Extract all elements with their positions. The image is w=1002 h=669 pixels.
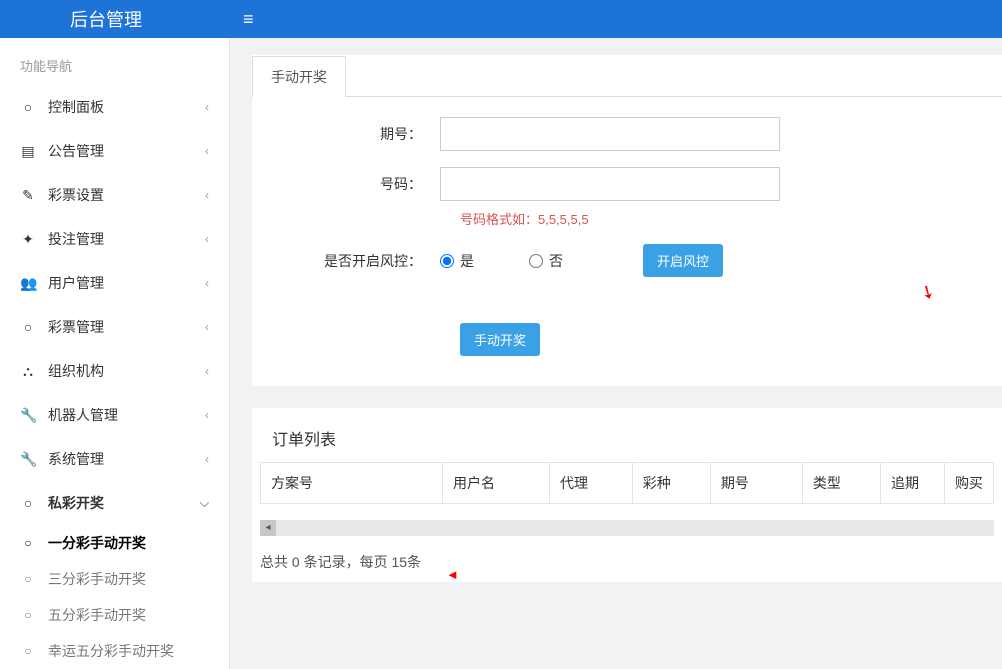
chevron-left-icon: ‹ — [205, 232, 209, 246]
sidebar-item-lottery-settings[interactable]: ✎ 彩票设置 ‹ — [0, 173, 229, 217]
sidebar-item-label: 投注管理 — [48, 229, 104, 249]
tab-bar: 手动开奖 — [252, 55, 1002, 97]
sidebar-subitem-label: 五分彩手动开奖 — [48, 605, 146, 625]
sidebar-item-label: 系统管理 — [48, 449, 104, 469]
period-input[interactable] — [440, 117, 780, 151]
sidebar-item-robot[interactable]: 🔧 机器人管理 ‹ — [0, 393, 229, 437]
chevron-left-icon: ‹ — [205, 144, 209, 158]
wrench-icon: 🔧 — [20, 407, 36, 424]
chevron-left-icon: ‹ — [205, 364, 209, 378]
panel-manual-draw: 手动开奖 期号： 号码： 号码格式如：5,5,5,5,5 是否开启风控： — [252, 55, 1002, 386]
sidebar-item-dashboard[interactable]: ○ 控制面板 ‹ — [0, 85, 229, 129]
manual-draw-button[interactable]: 手动开奖 — [460, 323, 540, 356]
circle-icon: ○ — [20, 495, 36, 511]
scroll-left-icon[interactable]: ◂ — [260, 520, 276, 536]
sidebar-subitem-1min[interactable]: ○ 一分彩手动开奖 — [0, 525, 229, 561]
circle-icon: ○ — [20, 644, 36, 658]
sidebar-subitem-3min[interactable]: ○ 三分彩手动开奖 — [0, 561, 229, 597]
chevron-left-icon: ‹ — [205, 452, 209, 466]
sidebar-section-title: 功能导航 — [0, 38, 229, 85]
sidebar-subitem-lucky5[interactable]: ○ 幸运五分彩手动开奖 — [0, 633, 229, 669]
order-list-title: 订单列表 — [252, 408, 1002, 462]
header: 后台管理 ≡ — [0, 0, 1002, 38]
sidebar: 功能导航 ○ 控制面板 ‹ ▤ 公告管理 ‹ ✎ 彩票设置 ‹ — [0, 38, 230, 669]
sidebar-subitem-label: 一分彩手动开奖 — [48, 533, 146, 553]
book-icon: ▤ — [20, 143, 36, 160]
number-input[interactable] — [440, 167, 780, 201]
circle-icon: ○ — [20, 608, 36, 622]
col-buy: 购买 — [944, 463, 993, 504]
col-type: 类型 — [802, 463, 880, 504]
sidebar-item-bet[interactable]: ✦ 投注管理 ‹ — [0, 217, 229, 261]
radio-yes-input[interactable] — [440, 254, 454, 268]
sidebar-item-label: 控制面板 — [48, 97, 104, 117]
radio-no-label: 否 — [549, 251, 563, 271]
sidebar-item-org[interactable]: ⛬ 组织机构 ‹ — [0, 349, 229, 393]
sidebar-item-label: 用户管理 — [48, 273, 104, 293]
sidebar-item-label: 私彩开奖 — [48, 493, 104, 513]
circle-icon: ○ — [20, 319, 36, 335]
enable-risk-button[interactable]: 开启风控 — [643, 244, 723, 277]
col-agent: 代理 — [550, 463, 633, 504]
order-table: 方案号 用户名 代理 彩种 期号 类型 追期 购买 — [260, 462, 994, 504]
sidebar-item-notice[interactable]: ▤ 公告管理 ‹ — [0, 129, 229, 173]
circle-icon: ○ — [20, 99, 36, 115]
wrench-icon: 🔧 — [20, 451, 36, 468]
radio-yes-label: 是 — [460, 251, 474, 271]
sitemap-icon: ⛬ — [20, 363, 36, 380]
chevron-left-icon: ‹ — [205, 276, 209, 290]
circle-icon: ○ — [20, 536, 36, 550]
menu-toggle-icon[interactable]: ≡ — [243, 9, 254, 30]
chevron-left-icon: ‹ — [205, 320, 209, 334]
radio-no[interactable]: 否 — [529, 251, 563, 271]
sidebar-item-label: 彩票管理 — [48, 317, 104, 337]
tab-manual-draw[interactable]: 手动开奖 — [252, 56, 346, 97]
pager-info: 总共 0 条记录，每页 15条 — [252, 546, 1002, 582]
col-scheme: 方案号 — [261, 463, 443, 504]
sidebar-subitem-5min[interactable]: ○ 五分彩手动开奖 — [0, 597, 229, 633]
number-hint: 号码格式如：5,5,5,5,5 — [460, 209, 972, 228]
sidebar-item-label: 组织机构 — [48, 361, 104, 381]
sidebar-item-label: 彩票设置 — [48, 185, 104, 205]
diamond-icon: ✦ — [20, 231, 36, 248]
sidebar-item-user[interactable]: 👥 用户管理 ‹ — [0, 261, 229, 305]
col-period: 期号 — [710, 463, 802, 504]
circle-icon: ○ — [20, 572, 36, 586]
radio-no-input[interactable] — [529, 254, 543, 268]
chevron-left-icon: ‹ — [205, 408, 209, 422]
horizontal-scrollbar[interactable]: ◂ — [260, 520, 994, 536]
radio-yes[interactable]: 是 — [440, 251, 474, 271]
col-username: 用户名 — [443, 463, 550, 504]
sidebar-item-label: 公告管理 — [48, 141, 104, 161]
sidebar-item-label: 机器人管理 — [48, 405, 118, 425]
sidebar-item-system[interactable]: 🔧 系统管理 ‹ — [0, 437, 229, 481]
tag-icon: ✎ — [20, 187, 36, 204]
chevron-left-icon: ‹ — [205, 100, 209, 114]
app-title: 后台管理 — [70, 6, 142, 32]
risk-label: 是否开启风控： — [282, 251, 422, 271]
chevron-down-icon: ⌵ — [200, 496, 209, 511]
sidebar-subitem-label: 幸运五分彩手动开奖 — [48, 641, 174, 661]
sidebar-item-lottery-mgmt[interactable]: ○ 彩票管理 ‹ — [0, 305, 229, 349]
sidebar-subitem-label: 三分彩手动开奖 — [48, 569, 146, 589]
panel-order-list: 订单列表 方案号 用户名 代理 彩种 期号 类型 追期 — [252, 408, 1002, 582]
chevron-left-icon: ‹ — [205, 188, 209, 202]
sidebar-item-private-draw[interactable]: ○ 私彩开奖 ⌵ — [0, 481, 229, 525]
table-header-row: 方案号 用户名 代理 彩种 期号 类型 追期 购买 — [261, 463, 994, 504]
period-label: 期号： — [282, 124, 422, 144]
number-label: 号码： — [282, 174, 422, 194]
col-lottery: 彩种 — [632, 463, 710, 504]
users-icon: 👥 — [20, 275, 36, 292]
col-chase: 追期 — [880, 463, 944, 504]
